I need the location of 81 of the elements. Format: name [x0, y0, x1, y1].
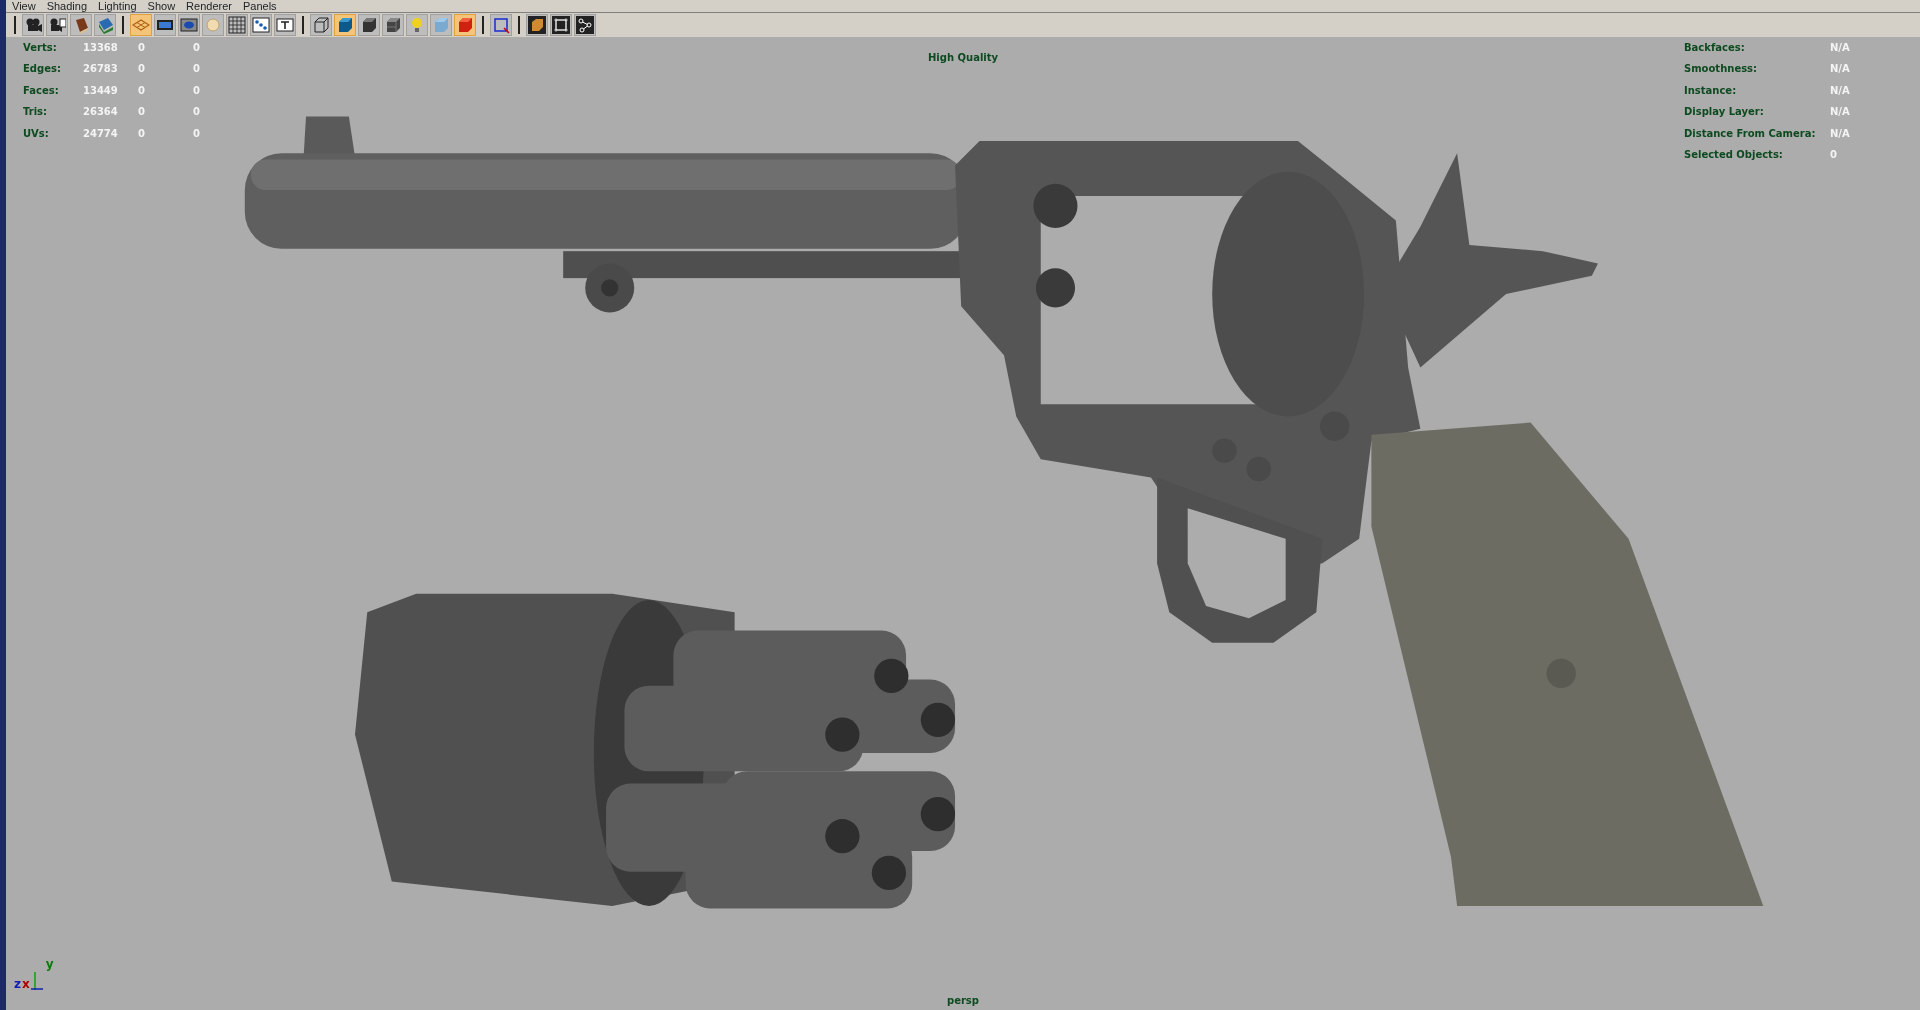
book-button[interactable]: [70, 14, 92, 36]
info-value: N/A: [1830, 126, 1851, 141]
stat-value: 0: [193, 62, 200, 77]
info-label: Selected Objects:: [1684, 148, 1784, 163]
light-bulb-button[interactable]: [406, 14, 428, 36]
textured-cube-icon: [384, 16, 402, 34]
stat-value: 0: [193, 105, 200, 120]
safe-action-icon: [252, 16, 270, 34]
menu-item[interactable]: Show: [141, 0, 181, 12]
stat-label: Tris:: [23, 105, 49, 120]
frame-button[interactable]: [550, 14, 572, 36]
info-label: Distance From Camera:: [1684, 126, 1817, 141]
image-plane-icon: [96, 16, 114, 34]
camera-label: persp: [947, 995, 979, 1006]
cube-button[interactable]: [454, 14, 476, 36]
stat-value: 26783: [83, 62, 118, 77]
info-label: Instance:: [1684, 83, 1738, 98]
cube-icon: [360, 16, 378, 34]
image-plane-button[interactable]: [94, 14, 116, 36]
node-graph-icon: [576, 16, 594, 34]
info-value: N/A: [1830, 62, 1851, 77]
info-value: N/A: [1830, 41, 1851, 55]
textured-cube-button[interactable]: [382, 14, 404, 36]
stat-value: 0: [138, 105, 145, 120]
safe-action-button[interactable]: [250, 14, 272, 36]
stat-value: 24774: [83, 126, 118, 141]
stat-value: 13368: [83, 41, 118, 55]
node-graph-button[interactable]: [574, 14, 596, 36]
field-chart-button[interactable]: [226, 14, 248, 36]
stat-value: 0: [138, 83, 145, 98]
stat-label: Faces:: [23, 83, 60, 98]
cube-button[interactable]: [358, 14, 380, 36]
stat-value: 0: [193, 41, 200, 55]
stat-value: 13449: [83, 83, 118, 98]
wire-cube-button[interactable]: [310, 14, 332, 36]
stat-value: 0: [193, 83, 200, 98]
camera-button[interactable]: [22, 14, 44, 36]
stat-value: 0: [138, 126, 145, 141]
stat-value: 0: [138, 41, 145, 55]
quality-label: High Quality: [927, 52, 999, 63]
film-gate-button[interactable]: [154, 14, 176, 36]
menu-item[interactable]: Panels: [236, 0, 282, 12]
wire-cube-icon: [312, 16, 330, 34]
camera-button[interactable]: [46, 14, 68, 36]
disc-icon: [204, 16, 222, 34]
camera-icon: [48, 16, 66, 34]
axis-label: x: [22, 978, 30, 990]
box-frame-button[interactable]: [526, 14, 548, 36]
axis-gizmo-icon: [30, 970, 45, 990]
box-frame-icon: [528, 16, 546, 34]
stat-label: UVs:: [23, 126, 50, 141]
camera-icon: [24, 16, 42, 34]
menu-item[interactable]: Renderer: [180, 0, 237, 12]
cube-icon: [456, 16, 474, 34]
field-chart-icon: [228, 16, 246, 34]
cube-button[interactable]: [334, 14, 356, 36]
info-value: N/A: [1830, 105, 1851, 120]
menu-item[interactable]: View: [6, 0, 41, 12]
info-label: Display Layer:: [1684, 105, 1765, 120]
info-value: 0: [1830, 148, 1838, 163]
cube-icon: [336, 16, 354, 34]
axis-label: y: [45, 958, 54, 970]
stat-value: 26364: [83, 105, 118, 120]
stat-value: 0: [193, 126, 200, 141]
menu-item[interactable]: Lighting: [92, 0, 142, 12]
info-label: Backfaces:: [1684, 41, 1746, 55]
selection-frame-button[interactable]: [490, 14, 512, 36]
stat-label: Edges:: [23, 62, 62, 77]
info-value: N/A: [1830, 83, 1851, 98]
frame-icon: [552, 16, 570, 34]
stat-label: Verts:: [23, 41, 58, 55]
cube-icon: [432, 16, 450, 34]
stat-value: 0: [138, 62, 145, 77]
selection-frame-icon: [492, 16, 510, 34]
text-frame-icon: [276, 16, 294, 34]
resolution-gate-button[interactable]: [178, 14, 200, 36]
text-frame-button[interactable]: [274, 14, 296, 36]
menu-item[interactable]: Shading: [40, 0, 93, 12]
axis-label: z: [14, 978, 21, 990]
info-label: Smoothness:: [1684, 62, 1759, 77]
resolution-gate-icon: [180, 16, 198, 34]
